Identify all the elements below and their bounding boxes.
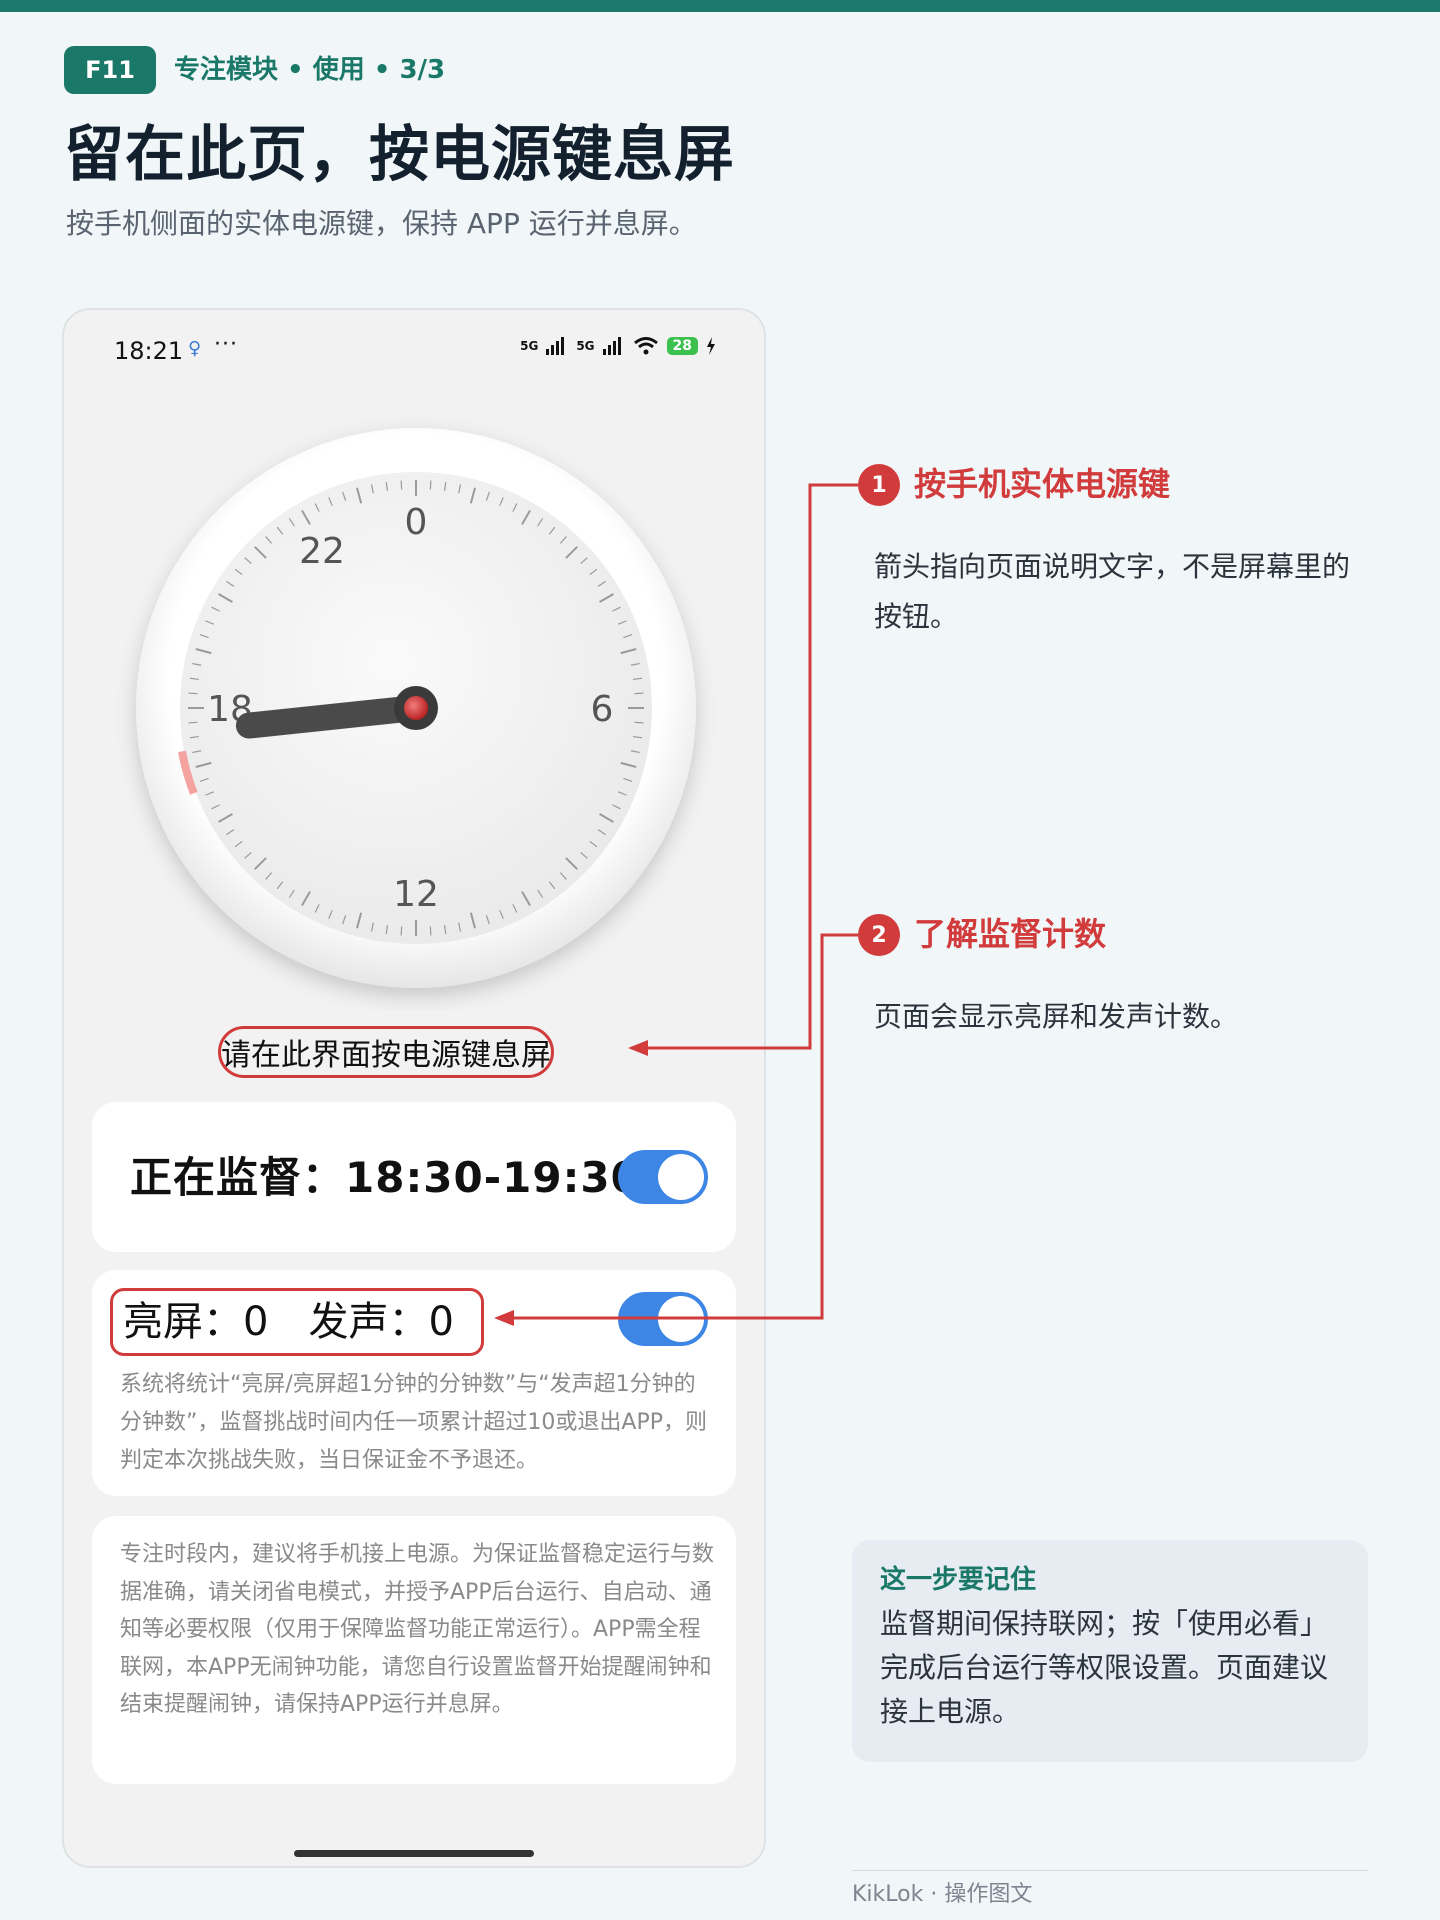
phone-screenshot: 18:21 ♀ ··· 5G 5G 28 0 6 12 18 22 请在此界面按… (62, 308, 766, 1868)
count-label: 亮屏：0 发声：0 (110, 1288, 484, 1356)
clock-tick (188, 721, 198, 724)
clock-tick (188, 692, 198, 695)
clock-tick (634, 721, 644, 724)
count-toggle[interactable] (618, 1292, 708, 1346)
footer-brand: KikLok · 操作图文 (852, 1882, 1033, 1907)
hint-label: 请在此界面按电源键息屏 (218, 1026, 554, 1078)
page-title: 留在此页，按电源键息屏 (64, 120, 735, 190)
clock-label-0: 0 (405, 502, 428, 543)
clock-hub (404, 696, 428, 720)
clock-tick (634, 692, 644, 695)
callout-1-title: 按手机实体电源键 (914, 465, 1171, 503)
clock-label-12: 12 (393, 874, 439, 915)
clock-label-22: 22 (299, 531, 345, 572)
home-indicator (294, 1850, 534, 1857)
clock-label-6: 6 (591, 689, 614, 730)
page-subtitle: 按手机侧面的实体电源键，保持 APP 运行并息屏。 (66, 207, 697, 240)
count-card: 亮屏：0 发声：0 系统将统计“亮屏/亮屏超1分钟的分钟数”与“发声超1分钟的分… (92, 1270, 736, 1496)
callout-2-number: 2 (858, 914, 900, 956)
step-tag: F11 (64, 46, 156, 94)
reminder-title: 这一步要记住 (880, 1565, 1037, 1595)
monitor-card: 正在监督：18:30-19:30 (92, 1102, 736, 1252)
callout-2-description: 页面会显示亮屏和发声计数。 (874, 1000, 1239, 1033)
count-description: 系统将统计“亮屏/亮屏超1分钟的分钟数”与“发声超1分钟的分钟数”，监督挑战时间… (120, 1372, 707, 1473)
top-accent-bar (0, 0, 1440, 12)
tips-text: 专注时段内，建议将手机接上电源。为保证监督稳定运行与数据准确，请关闭省电模式，并… (120, 1542, 715, 1717)
monitor-period: 正在监督：18:30-19:30 (130, 1153, 641, 1202)
breadcrumb: 专注模块 • 使用 • 3/3 (174, 55, 446, 85)
clock-tick (429, 480, 432, 490)
clock-hand (235, 695, 429, 739)
reminder-body: 监督期间保持联网；按「使用必看」完成后台运行等权限设置。页面建议接上电源。 (880, 1607, 1329, 1728)
callout-1-description: 箭头指向页面说明文字，不是屏幕里的按钮。 (874, 550, 1351, 633)
tips-card: 专注时段内，建议将手机接上电源。为保证监督稳定运行与数据准确，请关闭省电模式，并… (92, 1516, 736, 1784)
reminder-box: 这一步要记住 监督期间保持联网；按「使用必看」完成后台运行等权限设置。页面建议接… (852, 1540, 1368, 1762)
clock-tick (400, 480, 403, 490)
footer-divider (852, 1870, 1368, 1871)
clock-tick (429, 926, 432, 936)
callout-2-title: 了解监督计数 (914, 915, 1107, 953)
monitor-toggle[interactable] (618, 1150, 708, 1204)
clock-dial: 0 6 12 18 22 (136, 428, 696, 988)
callout-1-number: 1 (858, 464, 900, 506)
clock-tick (400, 926, 403, 936)
